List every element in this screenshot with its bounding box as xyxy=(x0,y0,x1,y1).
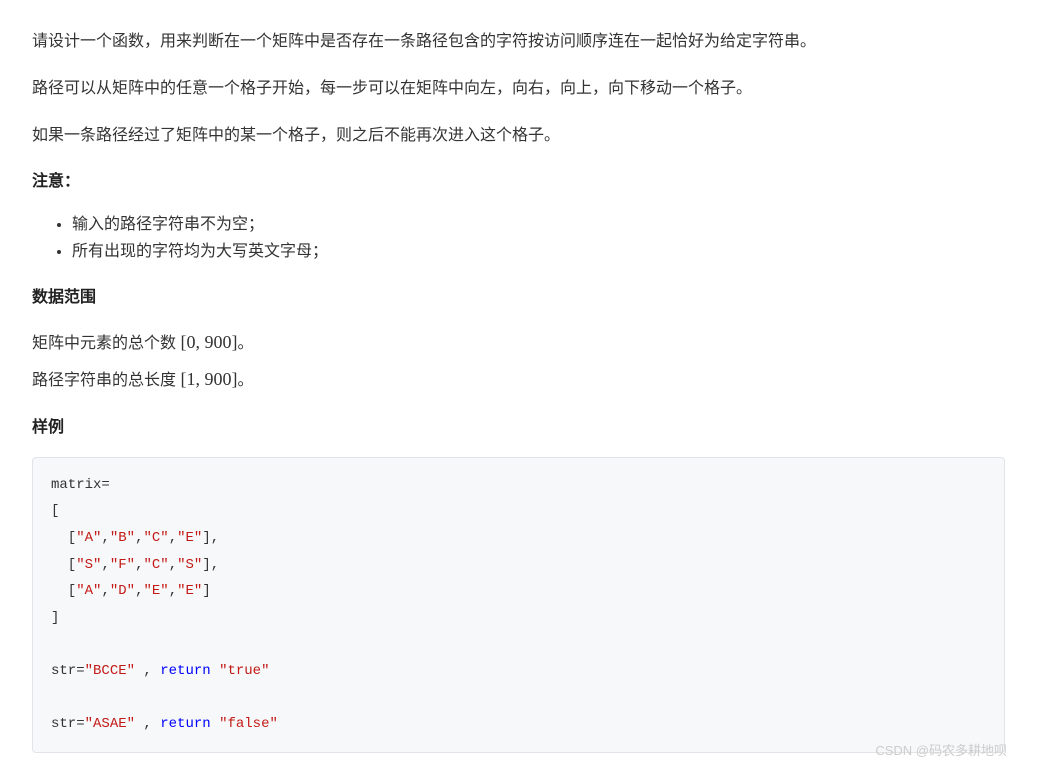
problem-description-3: 如果一条路径经过了矩阵中的某一个格子，则之后不能再次进入这个格子。 xyxy=(32,122,1005,151)
range-prefix: 矩阵中元素的总个数 xyxy=(32,335,180,352)
notice-title: 注意： xyxy=(32,168,1005,197)
range-suffix: 。 xyxy=(237,372,253,389)
code-text: ] xyxy=(202,583,210,599)
code-string: "A" xyxy=(76,530,101,546)
range-suffix: 。 xyxy=(237,335,253,352)
code-string: "E" xyxy=(177,583,202,599)
range-value: [1, 900] xyxy=(180,369,237,389)
code-string: "A" xyxy=(76,583,101,599)
code-text: ], xyxy=(202,557,219,573)
data-range-title: 数据范围 xyxy=(32,284,1005,313)
code-string: "BCCE" xyxy=(85,663,135,679)
code-string: "B" xyxy=(110,530,135,546)
code-text: ], xyxy=(202,530,219,546)
code-string: "E" xyxy=(177,530,202,546)
list-item: 输入的路径字符串不为空； xyxy=(72,211,1005,238)
code-string: "F" xyxy=(110,557,135,573)
notice-list: 输入的路径字符串不为空； 所有出现的字符均为大写英文字母； xyxy=(32,211,1005,265)
code-string: "S" xyxy=(177,557,202,573)
code-text: [ xyxy=(51,583,76,599)
sample-code-block: matrix= [ ["A","B","C","E"], ["S","F","C… xyxy=(32,457,1005,753)
code-string: "D" xyxy=(110,583,135,599)
range-prefix: 路径字符串的总长度 xyxy=(32,372,180,389)
code-string: "true" xyxy=(219,663,269,679)
code-text: str= xyxy=(51,663,85,679)
code-string: "C" xyxy=(143,557,168,573)
code-text: [ xyxy=(51,557,76,573)
code-string: "C" xyxy=(143,530,168,546)
code-text: , xyxy=(135,663,160,679)
problem-description-1: 请设计一个函数，用来判断在一个矩阵中是否存在一条路径包含的字符按访问顺序连在一起… xyxy=(32,28,1005,57)
code-keyword: return xyxy=(160,663,210,679)
code-string: "E" xyxy=(143,583,168,599)
code-text xyxy=(211,663,219,679)
code-string: "S" xyxy=(76,557,101,573)
code-text: matrix= xyxy=(51,477,110,493)
code-text: ] xyxy=(51,610,59,626)
list-item: 所有出现的字符均为大写英文字母； xyxy=(72,238,1005,265)
data-range-line-2: 路径字符串的总长度 [1, 900]。 xyxy=(32,363,1005,396)
code-text: [ xyxy=(51,503,59,519)
range-value: [0, 900] xyxy=(180,332,237,352)
sample-title: 样例 xyxy=(32,414,1005,443)
code-text: [ xyxy=(51,530,76,546)
problem-description-2: 路径可以从矩阵中的任意一个格子开始，每一步可以在矩阵中向左，向右，向上，向下移动… xyxy=(32,75,1005,104)
data-range-line-1: 矩阵中元素的总个数 [0, 900]。 xyxy=(32,326,1005,359)
